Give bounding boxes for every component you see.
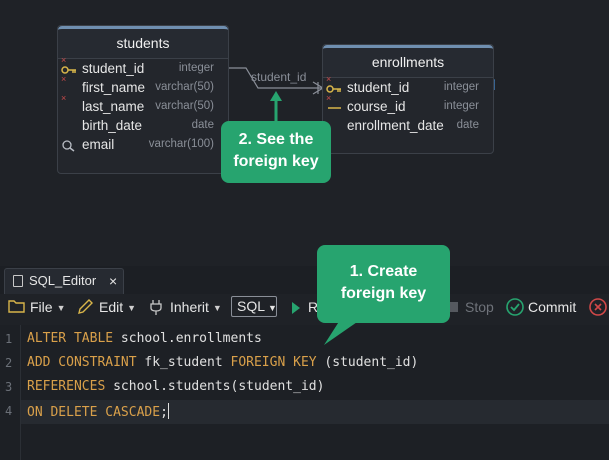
sql-keyword: FOREIGN KEY <box>230 355 317 370</box>
er-diagram[interactable]: student_id students × × × student_id int… <box>0 0 609 262</box>
column-row[interactable]: email varchar(100) <box>58 137 228 156</box>
column-name: first_name <box>82 80 146 95</box>
file-menu-button[interactable]: File ▼ <box>8 294 66 321</box>
column-name: student_id <box>347 80 410 95</box>
enrollments-table-title: enrollments <box>323 45 493 78</box>
column-type: varchar(50) <box>155 100 214 112</box>
callout-line: 2. See the <box>238 131 314 148</box>
column-row[interactable]: last_name varchar(50) <box>58 99 228 118</box>
column-row[interactable]: birth_date date <box>58 118 228 137</box>
folder-icon <box>8 300 25 313</box>
code-line[interactable]: ALTER TABLE school.enrollments <box>27 331 262 346</box>
column-type: integer <box>443 100 479 112</box>
stop-label: Stop <box>465 299 494 315</box>
sql-keyword: REFERENCES <box>27 379 106 394</box>
sql-text: (student_id) <box>316 355 419 370</box>
cancel-icon <box>589 298 607 316</box>
column-row[interactable]: enrollment_date date <box>323 118 493 137</box>
column-row[interactable]: student_id integer <box>323 80 493 99</box>
column-name: email <box>82 137 115 152</box>
commit-label: Commit <box>528 299 577 315</box>
check-circle-icon <box>506 298 524 316</box>
column-type: integer <box>443 81 479 93</box>
text-cursor <box>167 403 169 419</box>
foreign-key-icon <box>326 85 341 93</box>
plug-icon <box>150 300 162 315</box>
editor-tab-bar: SQL_Editor × <box>0 266 609 295</box>
students-table-title: students <box>58 26 228 59</box>
sql-text: ; <box>160 405 168 420</box>
sql-code-editor[interactable]: 1 2 3 4 ALTER TABLE school.enrollments A… <box>0 325 609 460</box>
line-number: 1 <box>5 332 13 346</box>
students-table-card[interactable]: students × × × student_id integer first_… <box>57 25 229 174</box>
see-foreign-key-callout: 2. See the foreign key <box>221 121 331 183</box>
column-name: student_id <box>82 61 145 76</box>
column-type: date <box>456 119 479 131</box>
sql-keyword: ON DELETE CASCADE <box>27 405 161 420</box>
sql-text: school.students(student_id) <box>105 379 325 394</box>
primary-key-icon <box>61 66 76 74</box>
close-icon[interactable]: × <box>109 269 117 293</box>
rollback-button[interactable] <box>589 294 609 321</box>
sql-dialect-value: SQL <box>237 298 266 314</box>
chevron-down-icon: ▼ <box>56 303 66 313</box>
file-label: File <box>30 299 53 315</box>
sql-keyword: ADD CONSTRAINT <box>27 355 137 370</box>
inherit-label: Inherit <box>170 299 209 315</box>
column-row[interactable]: student_id integer <box>58 61 228 80</box>
enrollments-table-card[interactable]: enrollments × × student_id integer cours… <box>322 44 494 154</box>
column-row[interactable]: course_id integer <box>323 99 493 118</box>
stop-button[interactable]: Stop <box>448 294 496 321</box>
edit-label: Edit <box>99 299 124 315</box>
column-row[interactable]: first_name varchar(50) <box>58 80 228 99</box>
index-search-icon <box>62 140 75 152</box>
pencil-icon <box>78 299 93 314</box>
sql-dialect-select[interactable]: SQL ▼ <box>231 296 277 317</box>
run-button[interactable]: R <box>290 294 318 321</box>
chevron-down-icon: ▼ <box>212 303 222 313</box>
column-name: birth_date <box>82 118 143 133</box>
play-icon <box>292 302 300 314</box>
column-type: date <box>191 119 214 131</box>
code-line[interactable]: REFERENCES school.students(student_id) <box>27 379 324 394</box>
tab-sql-editor[interactable]: SQL_Editor × <box>4 268 124 294</box>
sql-keyword: ALTER TABLE <box>27 331 114 346</box>
sql-text: school.enrollments <box>113 331 262 346</box>
sql-text: fk_student <box>136 355 231 370</box>
inherit-menu-button[interactable]: Inherit ▼ <box>149 294 225 321</box>
callout-line: 1. Create <box>349 263 418 280</box>
callout-line: foreign key <box>340 285 427 302</box>
commit-button[interactable]: Commit <box>506 294 578 321</box>
line-number: 4 <box>5 404 13 418</box>
line-number: 3 <box>5 380 13 394</box>
code-line[interactable]: ON DELETE CASCADE; <box>27 403 169 420</box>
key-icon <box>328 107 341 109</box>
tab-label: SQL_Editor <box>29 273 97 288</box>
chevron-down-icon: ▼ <box>127 303 137 313</box>
column-name: course_id <box>347 99 406 114</box>
editor-toolbar: File ▼ Edit ▼ Inherit ▼ SQL ▼ R Stop Commit <box>0 294 609 321</box>
line-number: 2 <box>5 356 13 370</box>
callout-line: foreign key <box>233 153 319 170</box>
column-name: last_name <box>82 99 145 114</box>
file-icon <box>13 275 23 287</box>
column-type: varchar(100) <box>148 138 214 150</box>
relation-label: student_id <box>251 70 307 84</box>
column-name: enrollment_date <box>347 118 444 133</box>
line-number-gutter: 1 2 3 4 <box>0 325 21 460</box>
create-foreign-key-callout: 1. Create foreign key <box>317 245 450 323</box>
code-line[interactable]: ADD CONSTRAINT fk_student FOREIGN KEY (s… <box>27 355 418 370</box>
column-type: varchar(50) <box>155 81 214 93</box>
edit-menu-button[interactable]: Edit ▼ <box>77 294 141 321</box>
chevron-down-icon: ▼ <box>268 303 277 313</box>
column-type: integer <box>178 62 214 74</box>
